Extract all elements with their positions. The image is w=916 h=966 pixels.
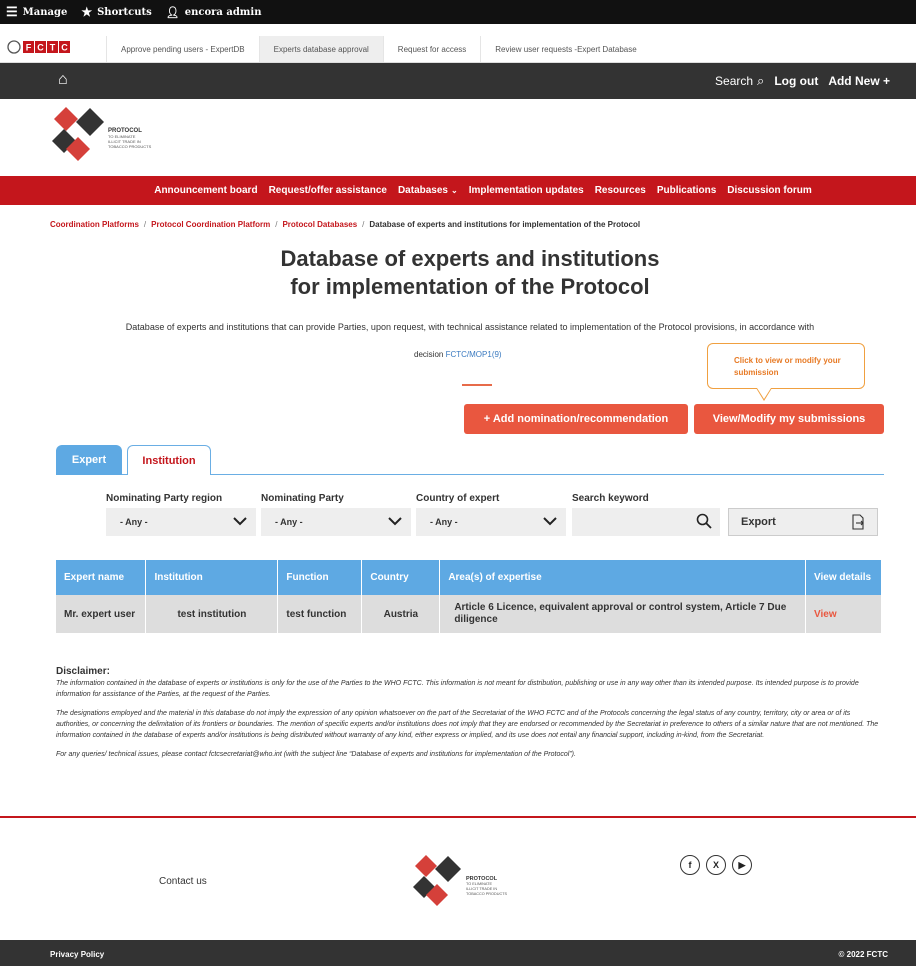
tab-experts-database-approval[interactable]: Experts database approval: [258, 36, 383, 62]
shortcut-tabs: F C T C Approve pending users - ExpertDB…: [0, 36, 916, 63]
admin-toolbar: ☰ Manage ★ Shortcuts 👤︎ encora admin: [0, 0, 916, 24]
experts-table: Expert name Institution Function Country…: [56, 560, 882, 633]
search-link[interactable]: Search ⌕: [715, 73, 764, 89]
search-icon: ⌕: [757, 73, 765, 88]
nav-request-offer-assistance[interactable]: Request/offer assistance: [269, 185, 387, 196]
footer-logo-line-3: ILLICIT TRADE IN: [466, 887, 497, 891]
footer-logo-line-2: TO ELIMINATE: [466, 882, 492, 886]
social-links: f X ▶: [680, 855, 752, 875]
fctc-logo[interactable]: F C T C: [0, 36, 106, 62]
chevron-down-icon: [543, 517, 557, 526]
callout-tooltip: Click to view or modify your submission: [707, 343, 865, 401]
nav-publications[interactable]: Publications: [657, 185, 716, 196]
svg-text:F: F: [26, 43, 32, 53]
home-icon[interactable]: ⌂: [58, 71, 68, 89]
col-expertise: Area(s) of expertise: [439, 560, 806, 595]
chevron-down-icon: ⌄: [450, 186, 458, 195]
facebook-icon[interactable]: f: [680, 855, 700, 875]
disclaimer: Disclaimer: The information contained in…: [56, 666, 882, 768]
table-row: Mr. expert user test institution test fu…: [56, 595, 882, 633]
breadcrumb-protocol-databases[interactable]: Protocol Databases: [282, 220, 357, 229]
shortcuts-menu[interactable]: ★ Shortcuts: [81, 5, 151, 19]
user-icon: 👤︎: [165, 5, 180, 19]
logo-line-4: TOBACCO PRODUCTS: [108, 144, 152, 149]
nav-implementation-updates[interactable]: Implementation updates: [469, 185, 584, 196]
export-icon: [852, 514, 864, 530]
breadcrumb-protocol-coordination-platform[interactable]: Protocol Coordination Platform: [151, 220, 270, 229]
tab-request-for-access[interactable]: Request for access: [382, 36, 480, 62]
hamburger-icon: ☰: [6, 4, 18, 20]
breadcrumb-current: Database of experts and institutions for…: [369, 220, 641, 229]
view-modify-submissions-button[interactable]: View/Modify my submissions: [694, 404, 884, 434]
col-expert-name: Expert name: [56, 560, 147, 595]
top-bar: ⌂ Search ⌕ Log out Add New +: [0, 63, 916, 99]
page-title: Database of experts and institutions for…: [280, 246, 660, 299]
breadcrumb: Coordination Platforms / Protocol Coordina…: [50, 220, 641, 229]
bottom-bar: Privacy Policy © 2022 FCTC: [0, 940, 916, 966]
country-filter-label: Country of expert: [416, 493, 500, 504]
nav-announcement-board[interactable]: Announcement board: [154, 185, 257, 196]
page-description: Database of experts and institutions tha…: [125, 322, 815, 332]
tab-approve-pending-users[interactable]: Approve pending users - ExpertDB: [106, 36, 259, 62]
add-nomination-button[interactable]: + Add nomination/recommendation: [464, 404, 688, 434]
svg-text:T: T: [50, 43, 56, 53]
nav-databases[interactable]: Databases ⌄: [398, 185, 458, 196]
cell-function: test function: [277, 595, 363, 633]
nav-resources[interactable]: Resources: [595, 185, 646, 196]
main-nav: Announcement board Request/offer assista…: [0, 176, 916, 205]
logout-link[interactable]: Log out: [774, 74, 818, 88]
disclaimer-title: Disclaimer:: [56, 666, 110, 677]
privacy-policy-link[interactable]: Privacy Policy: [50, 950, 104, 959]
col-view-details: View details: [805, 560, 882, 595]
entity-tabs: Expert Institution: [56, 445, 884, 475]
disclaimer-paragraph-3: For any queries/ technical issues, pleas…: [56, 751, 576, 758]
keyword-filter-label: Search keyword: [572, 493, 649, 504]
country-select[interactable]: - Any -: [416, 508, 566, 536]
cell-institution: test institution: [145, 595, 279, 633]
breadcrumb-coordination-platforms[interactable]: Coordination Platforms: [50, 220, 139, 229]
contact-us-link[interactable]: Contact us: [159, 876, 207, 887]
tab-expert[interactable]: Expert: [56, 445, 122, 475]
cell-expertise: Article 6 Licence, equivalent approval o…: [439, 595, 806, 633]
title-divider: [462, 384, 492, 386]
chevron-down-icon: [388, 517, 402, 526]
tab-institution[interactable]: Institution: [127, 445, 211, 475]
search-icon[interactable]: [696, 513, 712, 529]
region-filter-label: Nominating Party region: [106, 493, 223, 504]
region-select[interactable]: - Any -: [106, 508, 256, 536]
tab-review-user-requests[interactable]: Review user requests -Expert Database: [480, 36, 650, 62]
table-header-row: Expert name Institution Function Country…: [56, 560, 882, 595]
user-menu[interactable]: 👤︎ encora admin: [166, 6, 262, 19]
keyword-search-input[interactable]: [572, 508, 720, 536]
footer-protocol-logo[interactable]: PROTOCOL TO ELIMINATE ILLICIT TRADE IN T…: [408, 853, 538, 913]
col-country: Country: [361, 560, 441, 595]
add-new-link[interactable]: Add New +: [828, 74, 890, 88]
party-select[interactable]: - Any -: [261, 508, 411, 536]
disclaimer-paragraph-1: The information contained in the databas…: [56, 680, 859, 698]
view-link[interactable]: View: [805, 595, 882, 633]
protocol-logo[interactable]: PROTOCOL TO ELIMINATE ILLICIT TRADE IN T…: [48, 106, 248, 170]
youtube-icon[interactable]: ▶: [732, 855, 752, 875]
chevron-down-icon: [233, 517, 247, 526]
svg-text:C: C: [37, 43, 44, 53]
manage-menu[interactable]: ☰ Manage: [6, 5, 67, 20]
x-icon[interactable]: X: [706, 855, 726, 875]
party-filter-label: Nominating Party: [261, 493, 344, 504]
star-icon: ★: [81, 5, 93, 19]
col-function: Function: [277, 560, 363, 595]
export-button[interactable]: Export: [728, 508, 878, 536]
cell-country: Austria: [361, 595, 441, 633]
nav-discussion-forum[interactable]: Discussion forum: [727, 185, 811, 196]
copyright: © 2022 FCTC: [838, 950, 888, 959]
svg-text:C: C: [61, 43, 68, 53]
decision-link[interactable]: FCTC/MOP1(9): [446, 350, 502, 359]
cell-expert-name: Mr. expert user: [56, 595, 147, 633]
decision-text: decision FCTC/MOP1(9): [414, 350, 502, 359]
disclaimer-paragraph-2: The designations employed and the materi…: [56, 710, 879, 739]
footer-logo-line-4: TOBACCO PRODUCTS: [466, 892, 508, 896]
col-institution: Institution: [145, 560, 279, 595]
